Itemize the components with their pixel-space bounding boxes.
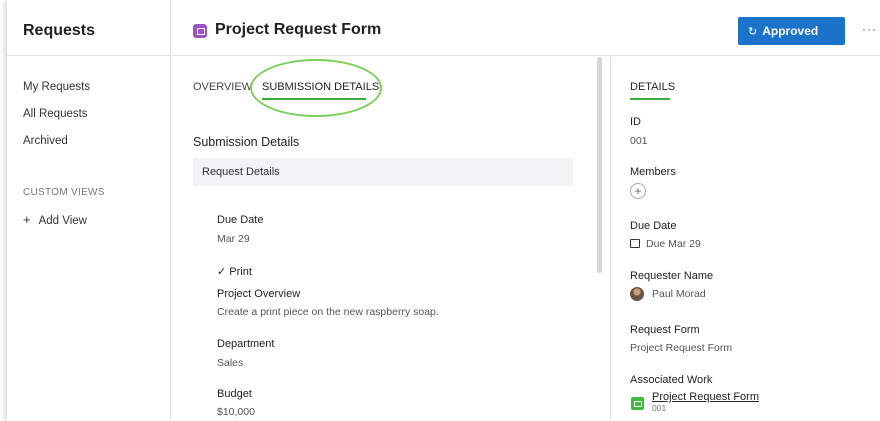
requester-label: Requester Name [630,270,714,282]
department-label: Department [217,338,275,350]
more-options-button[interactable]: ··· [862,22,877,36]
print-check: ✓ Print [217,266,252,278]
project-overview-label: Project Overview [217,288,301,300]
approved-status-button[interactable]: ↻ Approved [738,17,845,45]
panel-due-date: Due Mar 29 [630,238,701,250]
associated-work-link[interactable]: Project Request Form [652,391,759,403]
members-label: Members [630,166,676,178]
page-title: Project Request Form [215,21,382,38]
plus-icon: + [634,184,642,198]
avatar [630,287,644,301]
request-details-label: Request Details [202,166,280,178]
plus-icon: + [23,212,31,227]
associated-work-label: Associated Work [630,374,713,386]
scrollbar[interactable] [597,57,602,273]
sidebar: Requests My Requests All Requests Archiv… [7,0,171,421]
requester-name: Paul Morad [652,287,706,300]
due-date-value: Mar 29 [217,233,250,245]
request-form-label: Request Form [630,324,700,336]
custom-views-label: CUSTOM VIEWS [23,187,105,198]
due-date-label: Due Date [217,214,264,226]
calendar-icon [630,239,640,248]
form-icon [193,24,207,38]
sidebar-divider [7,55,171,56]
refresh-icon: ↻ [748,25,758,38]
panel-due-date-value: Due Mar 29 [646,238,701,250]
panel-due-date-label: Due Date [630,220,677,232]
add-member-button[interactable]: + [630,183,646,199]
sidebar-item-archived[interactable]: Archived [23,135,68,147]
sidebar-item-my-requests[interactable]: My Requests [23,81,90,93]
associated-work-id: 001 [652,403,667,413]
department-value: Sales [217,357,244,369]
request-details-bar: Request Details [193,158,573,186]
budget-value: $10,000 [217,406,255,418]
id-label: ID [630,116,641,128]
approved-label: Approved [762,24,819,38]
tab-overview[interactable]: OVERVIEW [193,81,252,93]
requester: Paul Morad [630,287,706,301]
details-tab-underline [630,98,670,100]
main-content: OVERVIEW SUBMISSION DETAILS Submission D… [172,57,602,421]
page-header: Project Request Form ↻ Approved ··· [172,0,880,56]
details-panel: DETAILS ID 001 Members + Due Date Due Ma… [610,57,880,421]
id-value: 001 [630,135,648,147]
add-view-button[interactable]: + Add View [23,212,87,227]
budget-label: Budget [217,388,252,400]
request-form-value: Project Request Form [630,342,733,354]
tab-details[interactable]: DETAILS [630,81,675,93]
add-view-label: Add View [38,215,87,227]
highlight-annotation [250,59,382,117]
sidebar-title: Requests [23,22,96,39]
project-icon [631,397,644,410]
project-overview-value: Create a print piece on the new raspberr… [217,306,439,318]
section-title: Submission Details [193,135,300,149]
sidebar-item-all-requests[interactable]: All Requests [23,108,88,120]
